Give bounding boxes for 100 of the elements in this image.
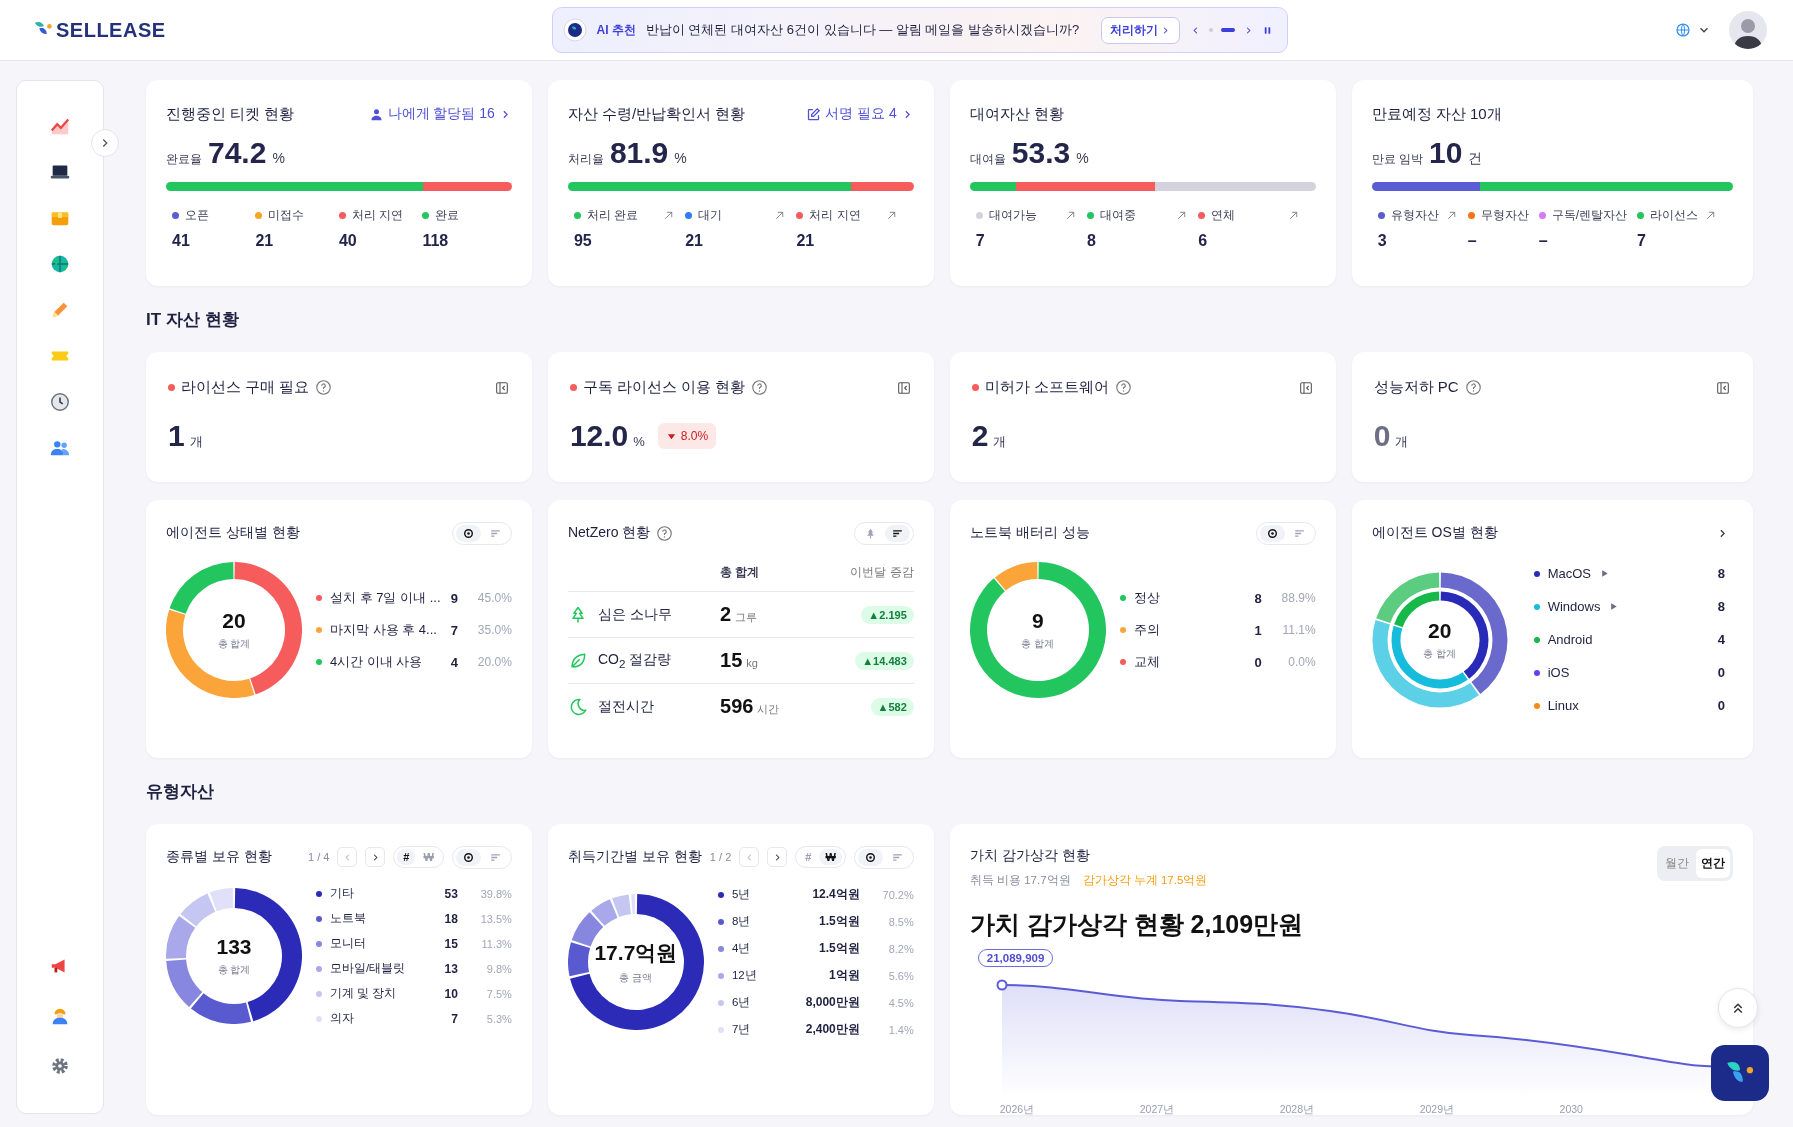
depreciation-headline: 가치 감가상각 현황 2,109만원 — [969, 909, 1305, 940]
donut-icon — [863, 850, 877, 864]
kpi-unit: % — [633, 434, 645, 449]
legend-share: 0.0% — [1287, 655, 1316, 669]
legend-value: 2,400만원 — [805, 1021, 860, 1038]
donut-slice — [166, 609, 255, 698]
rate-label: 대여율 — [969, 151, 1006, 168]
legend-value: 15 — [444, 936, 458, 951]
process-button[interactable]: 처리하기 — [1100, 16, 1180, 44]
donut-view-button[interactable] — [455, 524, 481, 542]
total-label: 총 합계 — [1021, 637, 1055, 651]
next-page-button[interactable] — [767, 847, 788, 867]
pager-dot[interactable] — [1208, 28, 1213, 32]
stat-value: 21 — [796, 232, 815, 250]
stat-label: 무형자산 — [1480, 207, 1529, 224]
rate-unit: % — [674, 150, 687, 166]
legend-value: 12.4억원 — [811, 886, 860, 903]
acquisition-cost: 취득 비용 17.7억원 — [969, 873, 1071, 888]
stat-label: 대여가능 — [988, 207, 1037, 224]
clock-icon — [49, 391, 71, 413]
help-icon — [656, 524, 674, 542]
legend-value: 1억원 — [828, 967, 860, 984]
axis-label: 2027년 — [1139, 1103, 1175, 1117]
donut-view-button[interactable] — [455, 848, 481, 866]
unit-button[interactable]: # — [397, 849, 416, 865]
rate-label: 완료율 — [166, 151, 202, 168]
language-button[interactable] — [1675, 22, 1711, 38]
section-heading: 유형자산 — [146, 780, 214, 803]
logo-text: SELLEASE — [56, 18, 166, 42]
stat-value: 118 — [422, 232, 449, 250]
legend-share: 11.1% — [1281, 623, 1316, 637]
unit-button[interactable]: ₩ — [819, 849, 842, 865]
rate-value: 53.3 — [1011, 136, 1071, 170]
legend-value: 4 — [450, 654, 458, 670]
stat-value: 8 — [1087, 232, 1096, 250]
legend-label: MacOS — [1547, 566, 1591, 581]
total-label: 총 합계 — [1423, 646, 1457, 661]
rate-unit: 건 — [1468, 150, 1483, 168]
help-icon — [1464, 379, 1482, 396]
stat-value: 3 — [1377, 232, 1387, 250]
axis-label: 2030 — [1559, 1103, 1583, 1117]
legend-value: 13 — [444, 961, 458, 976]
card-title: 대여자산 현황 — [969, 104, 1064, 124]
page-indicator: 1 / 2 — [709, 851, 732, 863]
legend-share: 39.8% — [479, 887, 512, 900]
card-title: NetZero 현황 — [567, 524, 651, 542]
card-title: 만료예정 자산 10개 — [1371, 104, 1502, 124]
legend-share: 5.6% — [887, 969, 914, 982]
legend-value: 0 — [1717, 698, 1725, 713]
period-tab[interactable]: 연간 — [1696, 849, 1730, 878]
legend-value: 4 — [1717, 632, 1725, 647]
globe-icon — [49, 253, 71, 275]
column-header: 이번달 증감 — [813, 564, 914, 592]
arrow-up-right-icon — [1704, 209, 1717, 222]
page-indicator: 1 / 4 — [307, 851, 330, 863]
section-heading: IT 자산 현황 — [146, 308, 239, 331]
donut-slice — [180, 893, 216, 927]
card-title: 에이전트 OS별 현황 — [1371, 524, 1498, 542]
stat-label: 처리 지연 — [809, 207, 861, 224]
stat-value: – — [1467, 232, 1477, 250]
legend-label: 4시간 이내 사용 — [330, 653, 423, 671]
help-icon — [751, 379, 769, 396]
legend-label: 마지막 사용 후 4... — [330, 621, 437, 639]
avatar — [1729, 11, 1767, 49]
help-icon — [315, 379, 333, 396]
legend-label: iOS — [1547, 665, 1570, 680]
total-value: 17.7억원 — [594, 940, 678, 966]
legend-label: 모바일/태블릿 — [330, 961, 406, 976]
legend-share: 5.3% — [485, 1012, 512, 1025]
total-label: 총 금액 — [619, 971, 653, 985]
nav-item[interactable] — [49, 391, 71, 413]
legend-share: 8.2% — [887, 942, 914, 955]
panel-button[interactable] — [493, 379, 510, 396]
legend-label: 의자 — [330, 1011, 354, 1026]
card-title: 자산 수령/반납확인서 현황 — [567, 104, 746, 124]
next-page-button[interactable] — [365, 847, 386, 867]
panel-button[interactable] — [1297, 379, 1314, 396]
expand-icon — [1608, 601, 1620, 612]
kpi-value: 1 — [168, 419, 185, 453]
donut-slice — [190, 993, 251, 1024]
assigned-link[interactable]: 나에게 할당됨 16 — [368, 105, 512, 123]
legend-label: 4년 — [731, 941, 751, 956]
stat-value: – — [1538, 232, 1548, 250]
legend-label: 6년 — [731, 995, 751, 1010]
panel-button[interactable] — [895, 379, 912, 396]
legend-label: Linux — [1547, 698, 1579, 713]
stat-label: 유형자산 — [1390, 207, 1439, 224]
list-view-button[interactable] — [884, 524, 910, 542]
donut-view-button[interactable] — [1259, 524, 1285, 542]
period-tab[interactable]: 월간 — [1660, 849, 1694, 878]
donut-view-button[interactable] — [857, 848, 883, 866]
legend-label: Windows — [1547, 599, 1601, 614]
legend-value: 10 — [444, 986, 458, 1001]
kpi-value: 12.0 — [569, 419, 629, 453]
chat-button[interactable] — [1711, 1045, 1769, 1101]
legend-share: 13.5% — [479, 912, 512, 925]
rate-value: 10 — [1429, 136, 1463, 170]
stat-value: 6 — [1198, 232, 1208, 250]
signature-link[interactable]: 서명 필요 4 — [806, 105, 914, 123]
panel-button[interactable] — [1715, 379, 1731, 396]
